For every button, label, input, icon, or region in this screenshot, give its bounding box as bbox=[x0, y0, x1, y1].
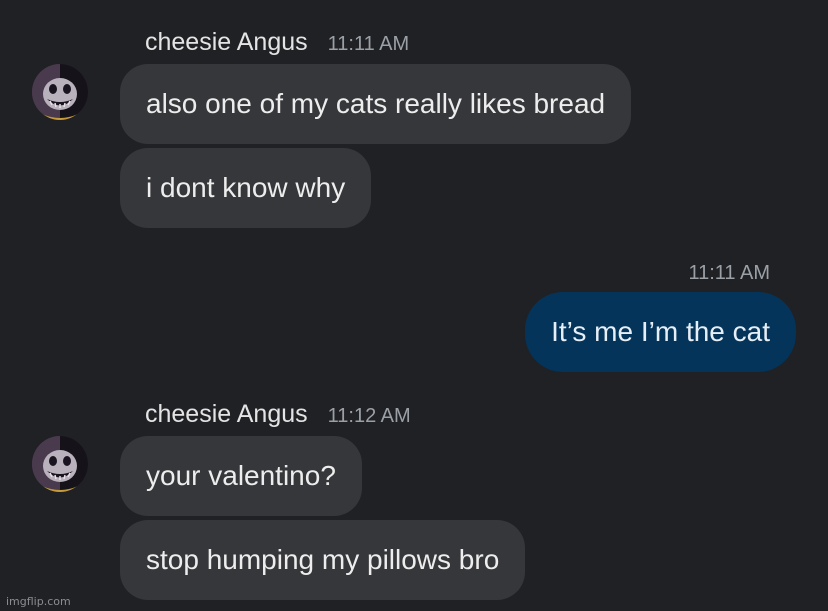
message-text: i dont know why bbox=[146, 172, 346, 203]
avatar[interactable] bbox=[32, 64, 88, 120]
message-timestamp: 11:11 AM bbox=[327, 33, 410, 55]
sender-name[interactable]: cheesie Angus bbox=[145, 28, 308, 57]
incoming-message-bubble[interactable]: your valentino? bbox=[120, 436, 362, 516]
avatar[interactable] bbox=[32, 436, 88, 492]
outgoing-message-bubble[interactable]: It’s me I’m the cat bbox=[525, 292, 796, 372]
message-text: also one of my cats really likes bread bbox=[146, 88, 606, 119]
message-timestamp: 11:12 AM bbox=[327, 405, 411, 427]
message-header: cheesie Angus 11:12 AM bbox=[145, 400, 411, 429]
incoming-message-bubble[interactable]: stop humping my pillows bro bbox=[120, 520, 526, 600]
watermark: imgflip.com bbox=[6, 595, 71, 608]
message-text: your valentino? bbox=[146, 460, 336, 491]
avatar-skull-icon bbox=[32, 436, 88, 492]
outgoing-timestamp: 11:11 AM bbox=[688, 262, 770, 284]
avatar-skull-icon bbox=[32, 64, 88, 120]
message-header: cheesie Angus 11:11 AM bbox=[145, 28, 409, 57]
message-text: stop humping my pillows bro bbox=[146, 544, 500, 575]
incoming-message-bubble[interactable]: also one of my cats really likes bread bbox=[120, 64, 632, 144]
sender-name[interactable]: cheesie Angus bbox=[145, 400, 308, 429]
message-text: It’s me I’m the cat bbox=[551, 316, 770, 347]
incoming-message-bubble[interactable]: i dont know why bbox=[120, 148, 372, 228]
